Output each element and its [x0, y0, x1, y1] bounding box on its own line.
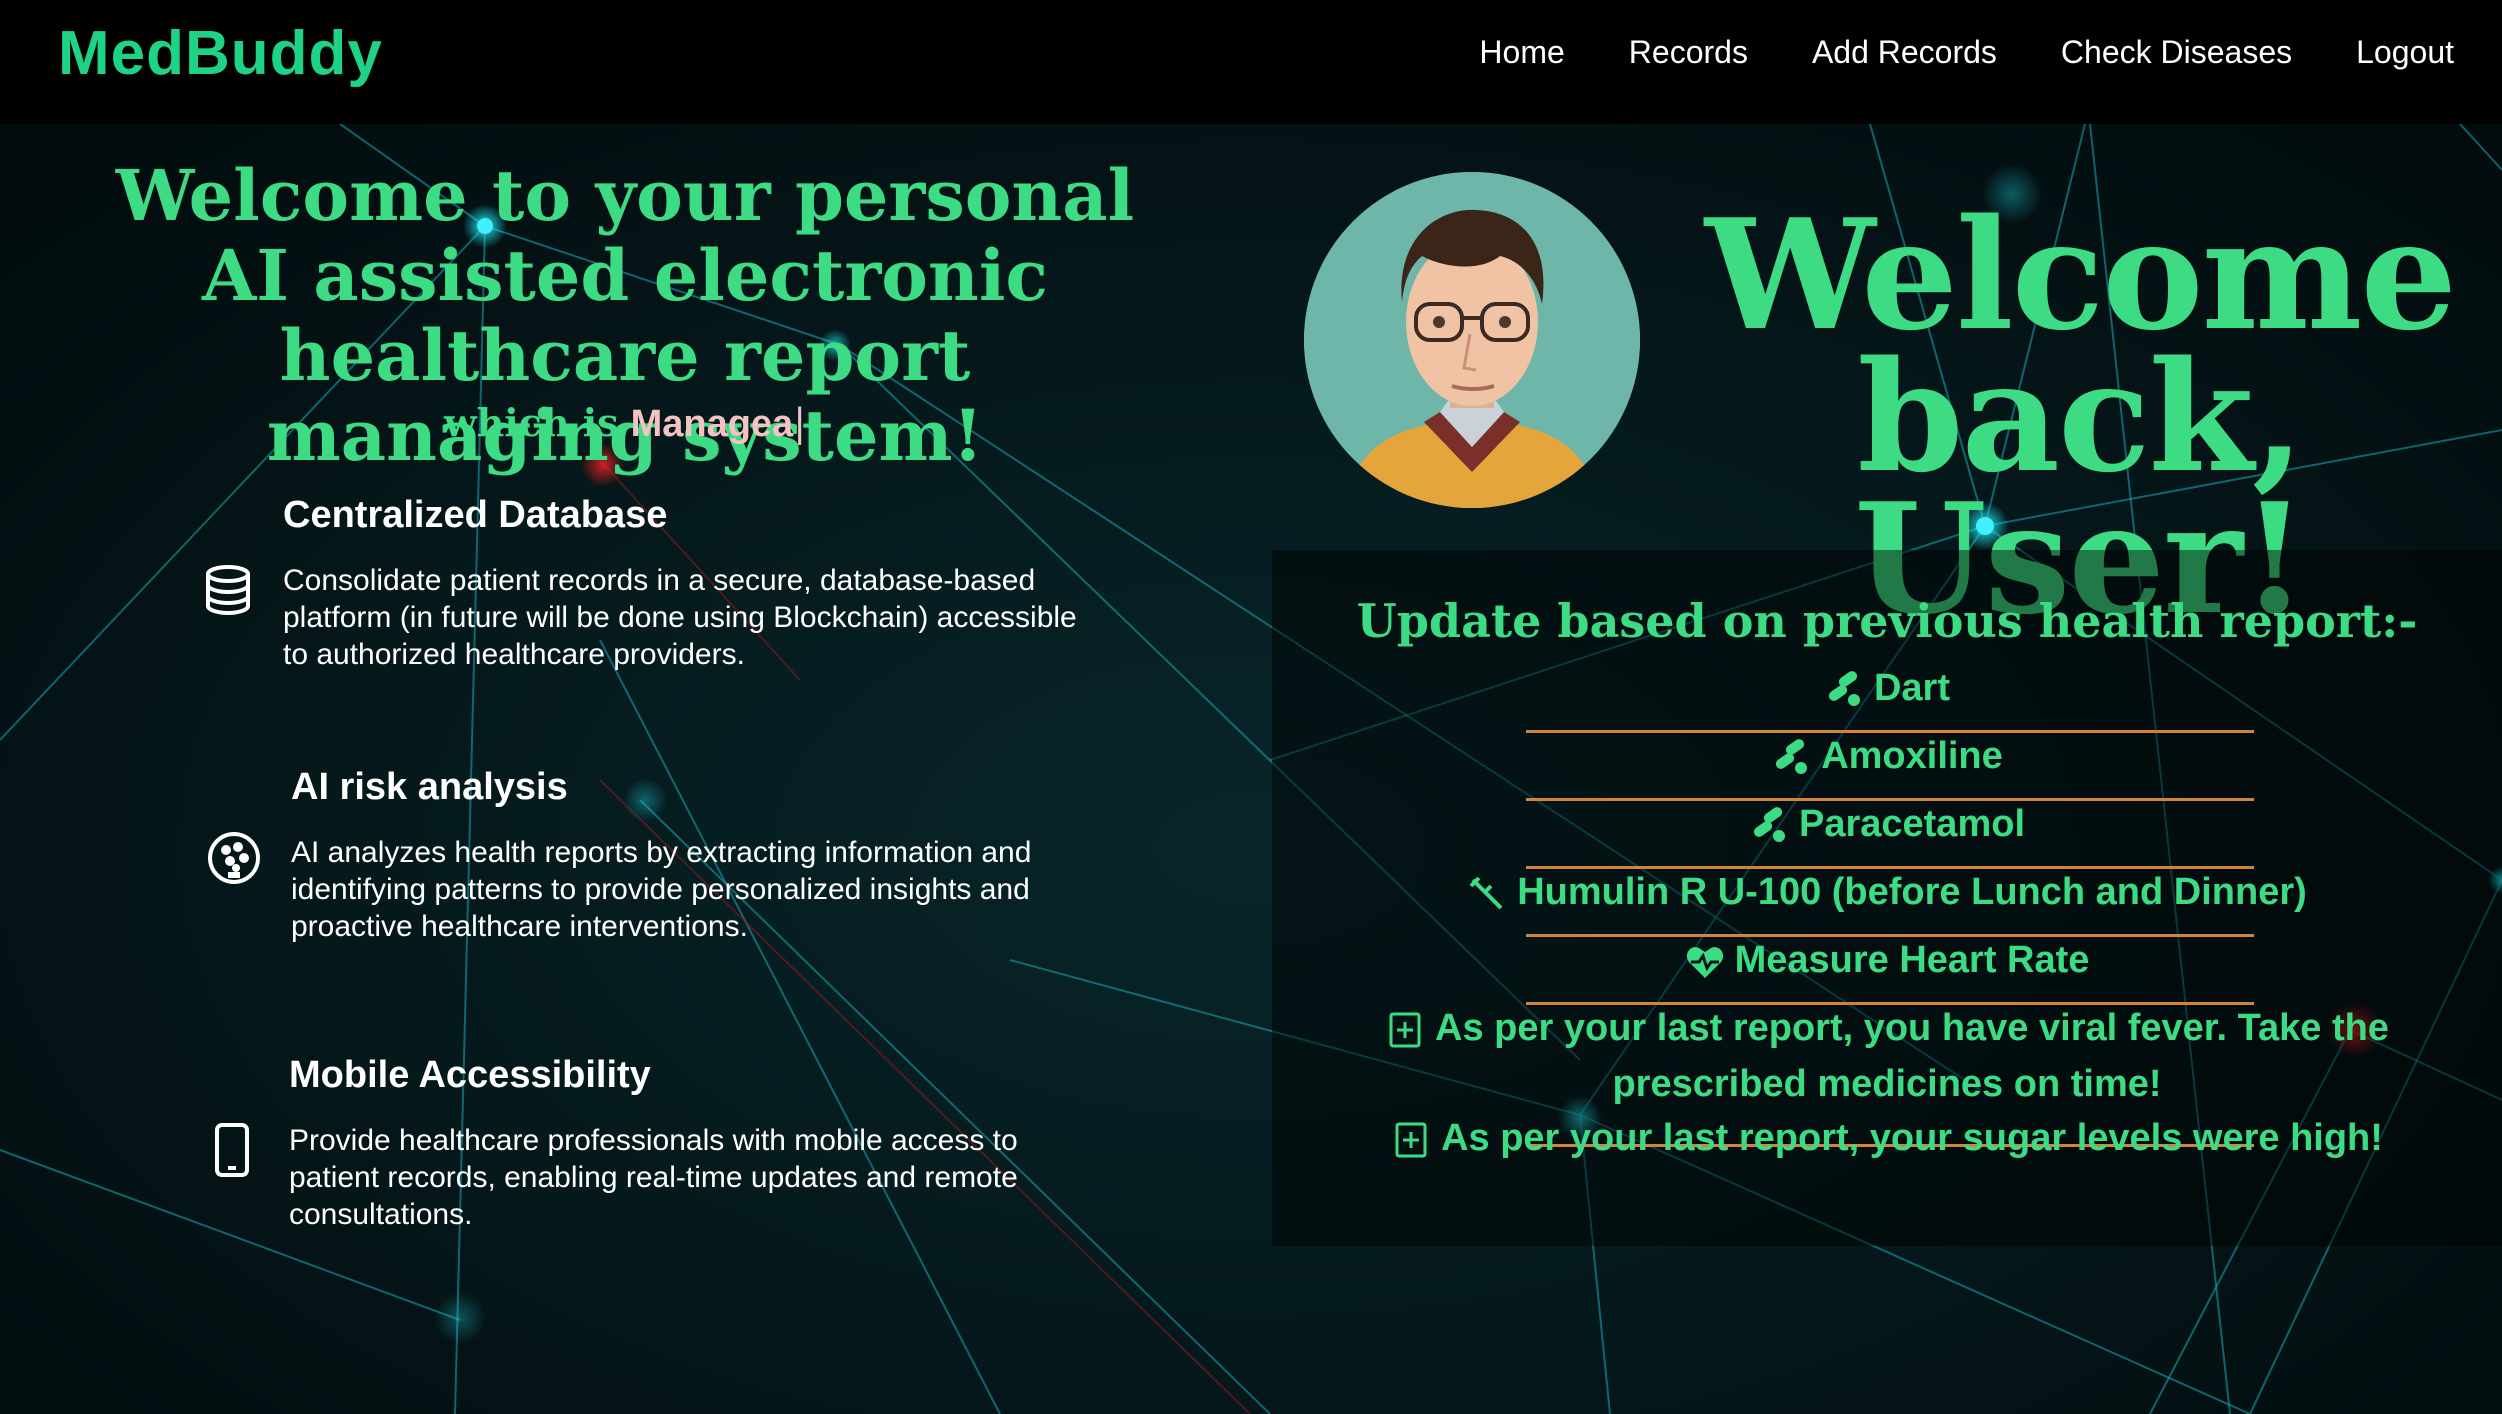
feature-title: AI risk analysis [291, 766, 568, 808]
brand-logo[interactable]: MedBuddy [58, 18, 383, 89]
update-text: Measure Heart Rate [1734, 939, 2090, 981]
pills-icon [1753, 807, 1785, 842]
nav-add-records-link[interactable]: Add Records [1812, 34, 1997, 71]
nav-logout-link[interactable]: Logout [2356, 34, 2454, 71]
update-text: As per your last report, your sugar leve… [1441, 1117, 2383, 1159]
update-item: As per your last report, you have viral … [1382, 1000, 2392, 1112]
user-avatar [1304, 172, 1640, 508]
feature-description: Consolidate patient records in a secure,… [283, 564, 1077, 671]
heart-pulse-icon [1686, 947, 1723, 978]
update-item: Dart [1272, 660, 2502, 716]
dashboard-section: Welcome back, User! Update based on prev… [1270, 124, 2502, 1414]
nav-home-link[interactable]: Home [1479, 34, 1564, 71]
feature-title: Centralized Database [283, 494, 668, 536]
feature-description: Provide healthcare professionals with mo… [289, 1124, 1018, 1231]
update-item: As per your last report, your sugar leve… [1272, 1110, 2502, 1166]
update-text: Paracetamol [1798, 803, 2025, 845]
typing-text: Managea [630, 403, 794, 445]
update-item: Paracetamol [1272, 796, 2502, 852]
syringe-icon [1469, 876, 1503, 910]
typing-prefix: which is [443, 400, 619, 445]
typing-caret: | [793, 401, 807, 445]
nav-check-diseases-link[interactable]: Check Diseases [2061, 34, 2292, 71]
updates-title: Update based on previous health report:- [1356, 594, 2418, 648]
health-updates-panel: Update based on previous health report:-… [1272, 550, 2502, 1246]
update-text: As per your last report, you have viral … [1435, 1007, 2389, 1105]
feature-title: Mobile Accessibility [289, 1054, 651, 1096]
update-item: Humulin R U-100 (before Lunch and Dinner… [1272, 864, 2502, 920]
update-text: Amoxiline [1821, 735, 2003, 777]
avatar-portrait-image [1304, 172, 1640, 508]
ai-brain-icon [208, 832, 260, 884]
nav-records-link[interactable]: Records [1629, 34, 1748, 71]
nav-links: Home Records Add Records Check Diseases … [1479, 34, 2454, 71]
mobile-phone-icon [215, 1123, 249, 1177]
medical-notes-icon [1389, 1012, 1421, 1048]
pills-icon [1828, 671, 1860, 706]
update-text: Humulin R U-100 (before Lunch and Dinner… [1517, 871, 2307, 913]
database-icon [206, 565, 250, 616]
medical-notes-icon [1395, 1122, 1427, 1158]
update-text: Dart [1873, 667, 1951, 709]
pills-icon [1776, 739, 1808, 774]
typing-line: which is Managea| [0, 400, 1250, 446]
update-item: Amoxiline [1272, 728, 2502, 784]
top-navbar: MedBuddy Home Records Add Records Check … [0, 0, 2502, 124]
update-item: Measure Heart Rate [1272, 932, 2502, 988]
feature-description: AI analyzes health reports by extracting… [291, 836, 1032, 943]
